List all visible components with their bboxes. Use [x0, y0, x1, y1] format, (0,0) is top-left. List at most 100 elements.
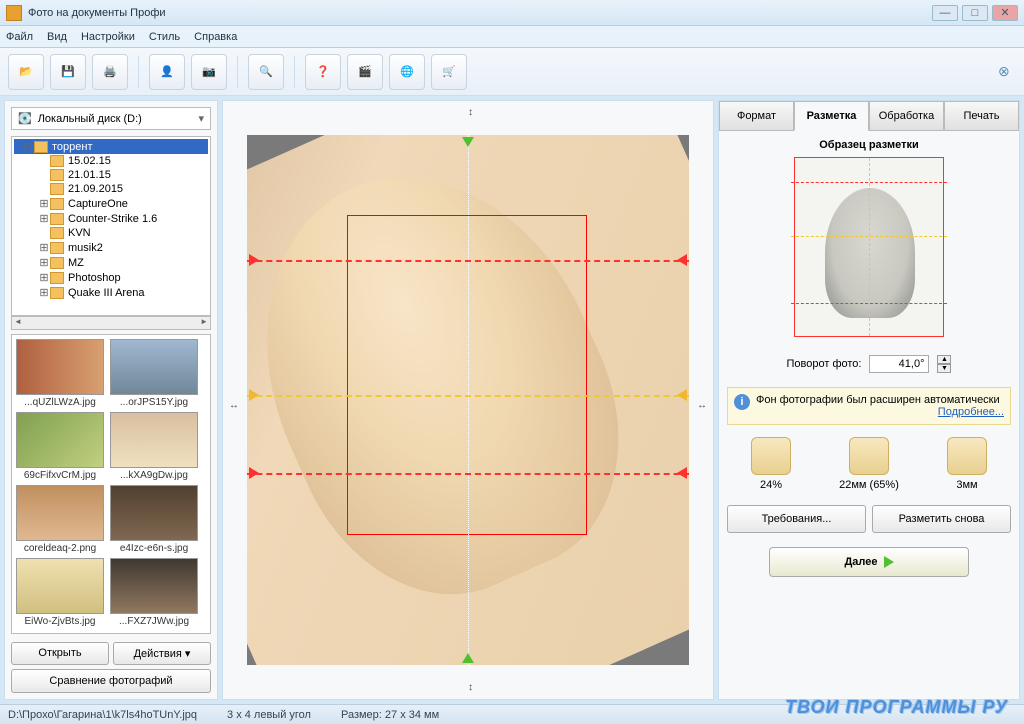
tree-item[interactable]: ⊞Counter-Strike 1.6: [14, 211, 208, 226]
rotation-label: Поворот фото:: [787, 358, 862, 370]
thumbnail[interactable]: ...kXA9gDw.jpg: [110, 412, 198, 481]
remark-button[interactable]: Разметить снова: [872, 505, 1011, 533]
menu-bar: Файл Вид Настройки Стиль Справка: [0, 26, 1024, 48]
drive-selector[interactable]: 💽 Локальный диск (D:) ▾: [11, 107, 211, 130]
thumbnail[interactable]: ...qUZlLWzA.jpg: [16, 339, 104, 408]
window-title: Фото на документы Профи: [28, 7, 932, 19]
requirements-button[interactable]: Требования...: [727, 505, 866, 533]
chevron-down-icon: ▾: [198, 112, 204, 125]
status-size: Размер: 27 x 34 мм: [341, 709, 439, 721]
info-notice: i Фон фотографии был расширен автоматиче…: [727, 387, 1011, 425]
marker-red-right[interactable]: [677, 254, 687, 266]
minimize-button[interactable]: —: [932, 5, 958, 21]
video-button[interactable]: 🎬: [347, 54, 383, 90]
rotation-input[interactable]: [869, 355, 929, 373]
drive-icon: 💽: [18, 112, 32, 125]
tree-item[interactable]: ⊞MZ: [14, 255, 208, 270]
camera-button[interactable]: 📷: [191, 54, 227, 90]
info-text: Фон фотографии был расширен автоматическ…: [756, 394, 1004, 406]
tree-item[interactable]: ⊞Photoshop: [14, 270, 208, 285]
app-icon: [6, 5, 22, 21]
maximize-button[interactable]: □: [962, 5, 988, 21]
thumbnail[interactable]: ...orJPS15Y.jpg: [110, 339, 198, 408]
save-button[interactable]: 💾: [50, 54, 86, 90]
photo-canvas[interactable]: [247, 135, 689, 665]
arrow-right-icon: [884, 556, 894, 568]
thumbnail[interactable]: 69cFifxvCrM.jpg: [16, 412, 104, 481]
open-folder-button[interactable]: 📂: [8, 54, 44, 90]
thumbnail[interactable]: EiWo-ZjvBts.jpg: [16, 558, 104, 627]
sample-face: [825, 188, 915, 318]
nudge-up[interactable]: ↕: [468, 107, 473, 118]
menu-Вид[interactable]: Вид: [47, 31, 67, 43]
status-corner: 3 x 4 левый угол: [227, 709, 311, 721]
right-panel: ФорматРазметкаОбработкаПечать Образец ра…: [718, 100, 1020, 700]
help-button[interactable]: ❓: [305, 54, 341, 90]
title-bar: Фото на документы Профи — □ ✕: [0, 0, 1024, 26]
chin-guide[interactable]: [247, 473, 689, 475]
sample-preview: [794, 157, 944, 337]
metric: 3мм: [947, 437, 987, 491]
left-panel: 💽 Локальный диск (D:) ▾ ⊟торрент15.02.15…: [4, 100, 218, 700]
menu-Справка[interactable]: Справка: [194, 31, 237, 43]
tree-item[interactable]: 21.09.2015: [14, 182, 208, 196]
tree-item[interactable]: 21.01.15: [14, 168, 208, 182]
tab-Обработка[interactable]: Обработка: [869, 101, 944, 130]
thumbnail-grid[interactable]: ...qUZlLWzA.jpg...orJPS15Y.jpg69cFifxvCr…: [11, 334, 211, 634]
thumbnail[interactable]: coreldeaq-2.png: [16, 485, 104, 554]
rotation-control: Поворот фото: ▲ ▼: [727, 355, 1011, 373]
tree-item[interactable]: KVN: [14, 226, 208, 240]
nudge-down[interactable]: ↕: [468, 682, 473, 693]
menu-Настройки[interactable]: Настройки: [81, 31, 135, 43]
thumbnail[interactable]: e4Izc-e6n-s.jpg: [110, 485, 198, 554]
toolbar: 📂 💾 🖨️ 👤 📷 🔍 ❓ 🎬 🌐 🛒 ⊗: [0, 48, 1024, 96]
tabs: ФорматРазметкаОбработкаПечать: [719, 101, 1019, 131]
rotation-up[interactable]: ▲: [937, 355, 951, 364]
marker-red-left[interactable]: [249, 254, 259, 266]
marker-green-top[interactable]: [462, 137, 474, 147]
menu-Файл[interactable]: Файл: [6, 31, 33, 43]
tab-Печать[interactable]: Печать: [944, 101, 1019, 130]
web-button[interactable]: 🌐: [389, 54, 425, 90]
compare-photos-button[interactable]: Сравнение фотографий: [11, 669, 211, 693]
nudge-right[interactable]: ↔: [697, 400, 707, 411]
tab-Формат[interactable]: Формат: [719, 101, 794, 130]
actions-button[interactable]: Действия ▾: [113, 642, 211, 665]
thumbnail[interactable]: ...FXZ7JWw.jpg: [110, 558, 198, 627]
metrics-row: 24% 22мм (65%) 3мм: [727, 437, 1011, 491]
marker-red-right-bottom[interactable]: [677, 467, 687, 479]
open-button[interactable]: Открыть: [11, 642, 109, 665]
tree-item[interactable]: ⊞Quake III Arena: [14, 285, 208, 300]
crop-rectangle[interactable]: [347, 215, 587, 535]
tree-item[interactable]: ⊞CaptureOne: [14, 196, 208, 211]
toolbar-close-icon[interactable]: ⊗: [998, 63, 1016, 81]
folder-tree[interactable]: ⊟торрент15.02.1521.01.1521.09.2015⊞Captu…: [11, 136, 211, 316]
tree-item[interactable]: 15.02.15: [14, 154, 208, 168]
horizontal-scrollbar[interactable]: [11, 316, 211, 330]
close-button[interactable]: ✕: [992, 5, 1018, 21]
top-guide[interactable]: [247, 260, 689, 262]
next-button[interactable]: Далее: [769, 547, 969, 577]
print-button[interactable]: 🖨️: [92, 54, 128, 90]
tab-Разметка[interactable]: Разметка: [794, 101, 869, 131]
marker-red-left-bottom[interactable]: [249, 467, 259, 479]
sample-title: Образец разметки: [727, 139, 1011, 151]
menu-Стиль[interactable]: Стиль: [149, 31, 180, 43]
profile-button[interactable]: 👤: [149, 54, 185, 90]
info-link[interactable]: Подробнее...: [756, 406, 1004, 418]
marker-green-bottom[interactable]: [462, 653, 474, 663]
marker-yellow-left[interactable]: [249, 389, 259, 401]
rotation-down[interactable]: ▼: [937, 364, 951, 373]
eye-guide[interactable]: [247, 395, 689, 397]
drive-label: Локальный диск (D:): [38, 113, 142, 125]
center-guide: [468, 135, 469, 665]
metric: 22мм (65%): [839, 437, 899, 491]
tree-item[interactable]: ⊟торрент: [14, 139, 208, 154]
watermark: ТВОИ ПРОГРАММЫ РУ: [785, 697, 1008, 718]
capture-button[interactable]: 🔍: [248, 54, 284, 90]
nudge-left[interactable]: ↔: [229, 400, 239, 411]
marker-yellow-right[interactable]: [677, 389, 687, 401]
metric: 24%: [751, 437, 791, 491]
cart-button[interactable]: 🛒: [431, 54, 467, 90]
tree-item[interactable]: ⊞musik2: [14, 240, 208, 255]
